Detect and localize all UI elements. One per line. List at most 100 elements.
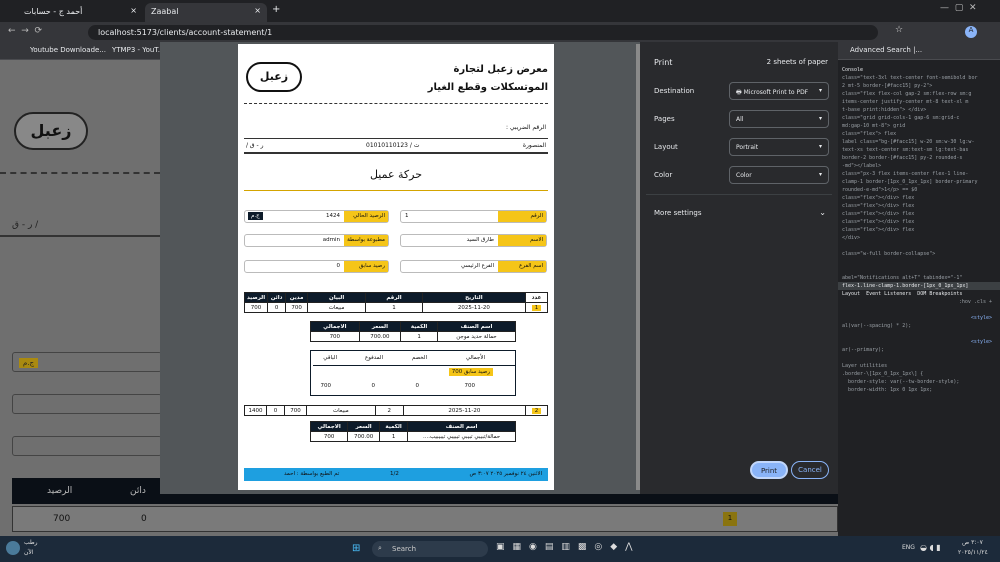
phone: ت / 01010110123	[366, 142, 420, 149]
taskbar-apps[interactable]: ▣▦◉▤▥▩◎◆⋀	[496, 542, 641, 552]
layout-label: Layout	[654, 143, 678, 151]
print-title: Print	[654, 58, 673, 67]
tab-zaabal[interactable]: Zaabal ×	[145, 3, 267, 22]
store-name-2: الموتسكلات وقطع الغيار	[427, 82, 548, 93]
chevron-down-icon: ▾	[818, 115, 822, 122]
table-header-row: عدد التاريخ الرقم البيان مدين دائن الرصي…	[243, 292, 548, 303]
tab-title: Zaabal	[151, 7, 179, 16]
divider	[244, 190, 548, 191]
col-balance: الرصيد	[47, 486, 73, 496]
print-button[interactable]: Print	[750, 461, 788, 479]
field-name: الاسم طارق السيد	[400, 234, 547, 247]
system-tray-icons[interactable]: ◒ ◖ ▮	[920, 543, 941, 552]
app-field[interactable]	[12, 436, 162, 456]
divider	[244, 103, 548, 104]
items-table: اسم الصنف الكمية السعر الاجمالي حمالة حد…	[310, 321, 517, 342]
taskbar-search[interactable]: ⌕ Search	[372, 541, 488, 557]
app-logo: زعبل	[14, 112, 88, 150]
layout-select[interactable]: Portrait ▾	[729, 138, 829, 156]
avatar[interactable]: A	[965, 26, 977, 38]
cell-index: 1	[723, 512, 737, 526]
bookmark-ytmp3[interactable]: YTMP3 - YouT...	[112, 46, 164, 54]
tab-bar: أحمد ج - حسابات × Zaabal × + — ▢ ✕	[0, 0, 1000, 22]
devtools-tab-breakpoints[interactable]: DOM Breakpoints	[917, 291, 962, 297]
app-field[interactable]	[12, 394, 162, 414]
destination-select[interactable]: 🖶 Microsoft Print to PDF ▾	[729, 82, 829, 100]
table-row: حمالة حديد موجن 1 700.00 700	[310, 331, 517, 342]
cell-credit: 0	[141, 514, 147, 524]
address-bar[interactable]: localhost:5173/clients/account-statement…	[88, 25, 878, 40]
pages-label: Pages	[654, 115, 675, 123]
chevron-down-icon: ▾	[818, 143, 822, 150]
print-settings-panel: Print 2 sheets of paper Destination 🖶 Mi…	[640, 42, 838, 494]
tab-title: أحمد ج - حسابات	[24, 7, 83, 16]
divider	[0, 235, 160, 237]
styles-filter[interactable]: :hov .cls +	[838, 298, 1000, 306]
col-credit: دائن	[130, 486, 146, 496]
bookmark-youtube-downloader[interactable]: Youtube Downloade...	[30, 46, 106, 54]
table-row: حمالة/تبيبي تبيبي تيبيبي تيبيبيب.... 1 7…	[309, 431, 516, 442]
layer-label: Layer utilities	[842, 363, 888, 369]
app-balance-field[interactable]: ج.م	[12, 352, 162, 372]
chevron-down-icon[interactable]: ⌄	[819, 208, 826, 217]
color-select[interactable]: Color ▾	[729, 166, 829, 184]
sheet-count: 2 sheets of paper	[766, 58, 828, 66]
windows-start-icon[interactable]: ⊞	[352, 543, 360, 554]
field-branch: اسم الفرع الفرع الرئيسي	[400, 260, 547, 273]
tab-accounts[interactable]: أحمد ج - حسابات ×	[18, 3, 143, 22]
weather-icon[interactable]	[6, 541, 20, 555]
table-row: 2 2025-11-20 2 مبيعات 700 0 1400	[244, 405, 548, 416]
statement-table: عدد التاريخ الرقم البيان مدين دائن الرصي…	[243, 292, 548, 313]
devtools-tab-layout[interactable]: Layout	[842, 291, 860, 297]
currency-badge: ج.م	[248, 212, 263, 220]
close-icon[interactable]: ×	[254, 6, 261, 15]
style-tag: <style>	[970, 315, 992, 321]
store-name-1: معرض زعبل لتجارة	[453, 64, 548, 75]
weather-temp: رطب	[24, 539, 38, 546]
printer-icon: 🖶	[736, 89, 742, 96]
bookmark-advanced-search[interactable]: Advanced Search |...	[850, 46, 922, 54]
field-printed-by: مطبوعة بواسطة admin	[244, 234, 389, 247]
clock-date[interactable]: ٢٠٢٥/١١/٢٤	[958, 549, 988, 556]
app-cr: ر - ق /	[12, 220, 39, 230]
pages-select[interactable]: All ▾	[729, 110, 829, 128]
tax-label: الرقم الضريبي :	[506, 124, 546, 131]
field-current-balance: الرصيد الحالي 1424 ج.م	[244, 210, 389, 223]
clock-time[interactable]: ٣:٠٧ ص	[962, 539, 983, 546]
devtools-tab-listeners[interactable]: Event Listeners	[866, 291, 911, 297]
devtools-tab-console[interactable]: Console	[838, 60, 1000, 74]
nav-icons[interactable]: ← → ⟳	[8, 26, 42, 36]
taskbar: رطب الآن ⊞ ⌕ Search ▣▦◉▤▥▩◎◆⋀ ENG ◒ ◖ ▮ …	[0, 536, 1000, 562]
star-icon[interactable]: ☆	[895, 25, 903, 35]
window-controls[interactable]: — ▢ ✕	[940, 3, 977, 13]
url-text: localhost:5173/clients/account-statement…	[98, 28, 273, 37]
city: المنصورة	[522, 142, 546, 149]
destination-label: Destination	[654, 87, 695, 95]
color-label: Color	[654, 171, 673, 179]
field-number: الرقم 1	[400, 210, 547, 223]
more-settings[interactable]: More settings	[654, 209, 702, 217]
print-page: معرض زعبل لتجارة الموتسكلات وقطع الغيار …	[238, 44, 554, 490]
divider	[646, 194, 832, 195]
weather-desc: الآن	[24, 549, 34, 556]
new-tab-button[interactable]: +	[272, 4, 280, 15]
divider	[244, 138, 548, 139]
browser-toolbar: ← → ⟳ localhost:5173/clients/account-sta…	[0, 22, 1000, 43]
cr: ر - ق /	[246, 142, 264, 149]
language-indicator[interactable]: ENG	[902, 544, 915, 551]
logo: زعبل	[246, 62, 302, 92]
close-icon[interactable]: ×	[130, 6, 137, 15]
cell-balance: 700	[53, 514, 71, 524]
chevron-down-icon: ▾	[818, 87, 822, 94]
divider	[244, 152, 548, 154]
cancel-button[interactable]: Cancel	[791, 461, 829, 479]
divider	[0, 172, 160, 174]
summary-box: الأجمالي الخصم المدفوع الباقي رصيد سابق …	[310, 350, 516, 396]
field-prev-balance: رصيد سابق 0	[244, 260, 389, 273]
currency-badge: ج.م	[19, 358, 39, 368]
chevron-down-icon: ▾	[818, 171, 822, 178]
app-table-row: 700 0 1	[12, 506, 838, 532]
devtools-panel: Console class="text-3xl text-center font…	[838, 60, 1000, 536]
page-footer: الاثنين ٢٤ نوفمبر ٢٠٢٥ ٣:٠٧ ص 1/2 تم الط…	[244, 468, 548, 481]
table-row: 1 2025-11-20 1 مبيعات 700 0 700	[243, 302, 548, 313]
